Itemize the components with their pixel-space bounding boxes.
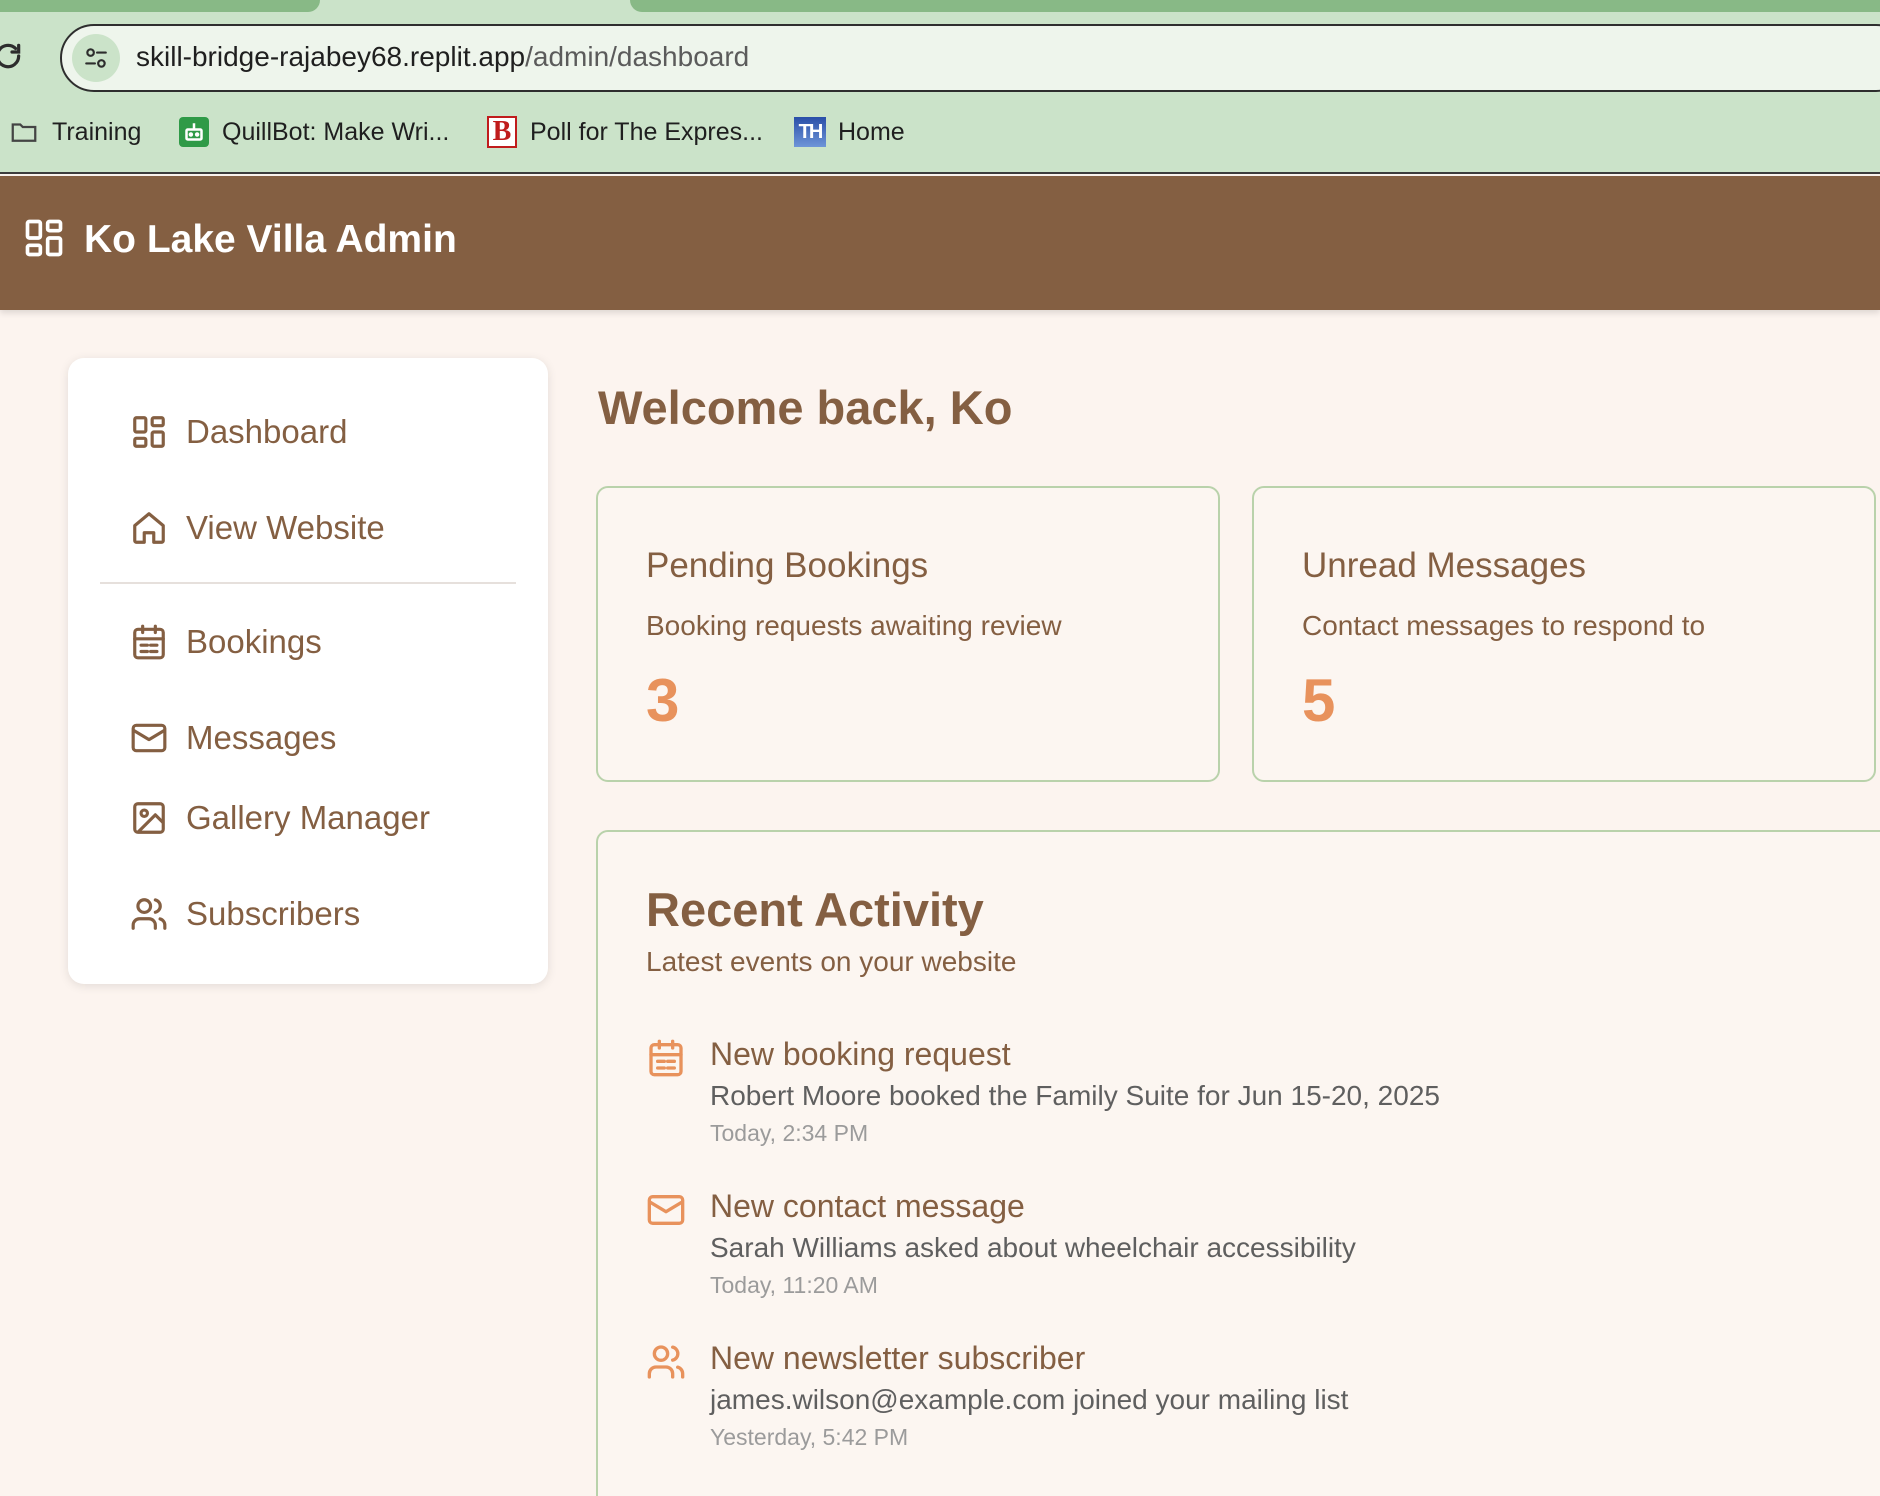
sidebar-divider [100, 582, 516, 584]
mail-icon [647, 1195, 685, 1225]
url-path: /admin/dashboard [525, 41, 750, 72]
sidebar-item-bookings[interactable]: Bookings [130, 620, 322, 664]
users-icon [131, 898, 167, 930]
bookmark-home[interactable]: TH Home [794, 110, 905, 154]
bookmark-quillbot[interactable]: QuillBot: Make Wri... [178, 110, 449, 154]
activity-title: Recent Activity [646, 883, 984, 936]
dashboard-grid-icon [22, 216, 66, 260]
welcome-heading: Welcome back, Ko [598, 381, 1013, 434]
calendar-icon [649, 1039, 683, 1077]
sidebar-item-view-website[interactable]: View Website [130, 506, 385, 550]
stat-description: Contact messages to respond to [1302, 610, 1706, 641]
stat-title: Unread Messages [1302, 546, 1587, 585]
activity-item-title: New contact message [710, 1188, 1025, 1224]
calendar-icon [133, 624, 165, 660]
bookmark-label: Home [838, 117, 905, 146]
sidebar: Dashboard View Website Bookings Messages… [68, 358, 548, 984]
sidebar-item-label: Dashboard [186, 413, 348, 450]
activity-item[interactable]: New contact message Sarah Williams asked… [646, 1184, 1746, 1314]
browser-chrome: skill-bridge-rajabey68.replit.app/admin/… [0, 0, 1880, 174]
url-host: skill-bridge-rajabey68.replit.app [136, 41, 526, 72]
activity-item-time: Today, 2:34 PM [710, 1120, 869, 1146]
bookmarks-bar: Training QuillBot: Make Wri... B Poll fo… [0, 110, 1880, 154]
activity-item-description: Sarah Williams asked about wheelchair ac… [710, 1232, 1356, 1263]
quillbot-icon [178, 116, 210, 148]
sidebar-item-label: Gallery Manager [186, 799, 430, 836]
sidebar-item-subscribers[interactable]: Subscribers [130, 892, 360, 936]
folder-icon [8, 116, 40, 148]
activity-subtitle: Latest events on your website [646, 946, 1017, 977]
activity-item-title: New booking request [710, 1036, 1011, 1072]
sidebar-item-dashboard[interactable]: Dashboard [130, 410, 347, 454]
home-icon [133, 512, 165, 544]
site-settings-icon[interactable] [72, 34, 120, 82]
app-header: Ko Lake Villa Admin [0, 176, 1880, 310]
bookmark-label: QuillBot: Make Wri... [222, 117, 450, 146]
stat-description: Booking requests awaiting review [646, 610, 1062, 641]
sidebar-item-messages[interactable]: Messages [130, 716, 336, 760]
activity-item-time: Today, 11:20 AM [710, 1272, 878, 1298]
address-bar[interactable]: skill-bridge-rajabey68.replit.app/admin/… [60, 24, 1880, 92]
sidebar-item-label: Bookings [186, 623, 322, 660]
browser-tab[interactable] [630, 0, 1880, 12]
stat-title: Pending Bookings [646, 546, 929, 585]
mail-icon [131, 723, 167, 753]
th-logo-icon: TH [794, 116, 826, 148]
activity-item[interactable]: New booking request Robert Moore booked … [646, 1032, 1746, 1162]
app-title: Ko Lake Villa Admin [84, 218, 457, 261]
sidebar-item-label: View Website [186, 509, 385, 546]
tab-strip [0, 0, 1880, 12]
users-icon [647, 1345, 685, 1379]
bookmark-label: Poll for The Expres... [530, 117, 763, 146]
activity-item-description: james.wilson@example.com joined your mai… [710, 1384, 1349, 1415]
bookmark-poll[interactable]: B Poll for The Expres... [486, 110, 763, 154]
activity-item-title: New newsletter subscriber [710, 1340, 1086, 1376]
activity-item-time: Yesterday, 5:42 PM [710, 1424, 909, 1450]
b-logo-text: B [487, 116, 517, 148]
activity-item[interactable]: New newsletter subscriber james.wilson@e… [646, 1336, 1746, 1466]
unread-messages-card[interactable]: Unread Messages Contact messages to resp… [1252, 486, 1876, 782]
stat-value: 5 [1302, 667, 1336, 734]
pending-bookings-card[interactable]: Pending Bookings Booking requests awaiti… [596, 486, 1220, 782]
recent-activity-card: Recent Activity Latest events on your we… [596, 830, 1880, 1496]
image-icon [133, 802, 165, 834]
dashboard-grid-icon [133, 416, 165, 448]
stat-value: 3 [646, 667, 680, 734]
browser-tab[interactable] [0, 0, 320, 12]
bookmark-label: Training [52, 117, 142, 146]
activity-item-description: Robert Moore booked the Family Suite for… [710, 1080, 1440, 1111]
b-logo-icon: B [486, 116, 518, 148]
sidebar-item-gallery-manager[interactable]: Gallery Manager [130, 796, 430, 840]
bookmark-training[interactable]: Training [8, 110, 141, 154]
url-text[interactable]: skill-bridge-rajabey68.replit.app/admin/… [136, 41, 749, 73]
sidebar-item-label: Messages [186, 719, 337, 756]
th-logo-text: TH [794, 117, 826, 147]
reload-icon[interactable] [0, 40, 24, 72]
sidebar-item-label: Subscribers [186, 895, 361, 932]
